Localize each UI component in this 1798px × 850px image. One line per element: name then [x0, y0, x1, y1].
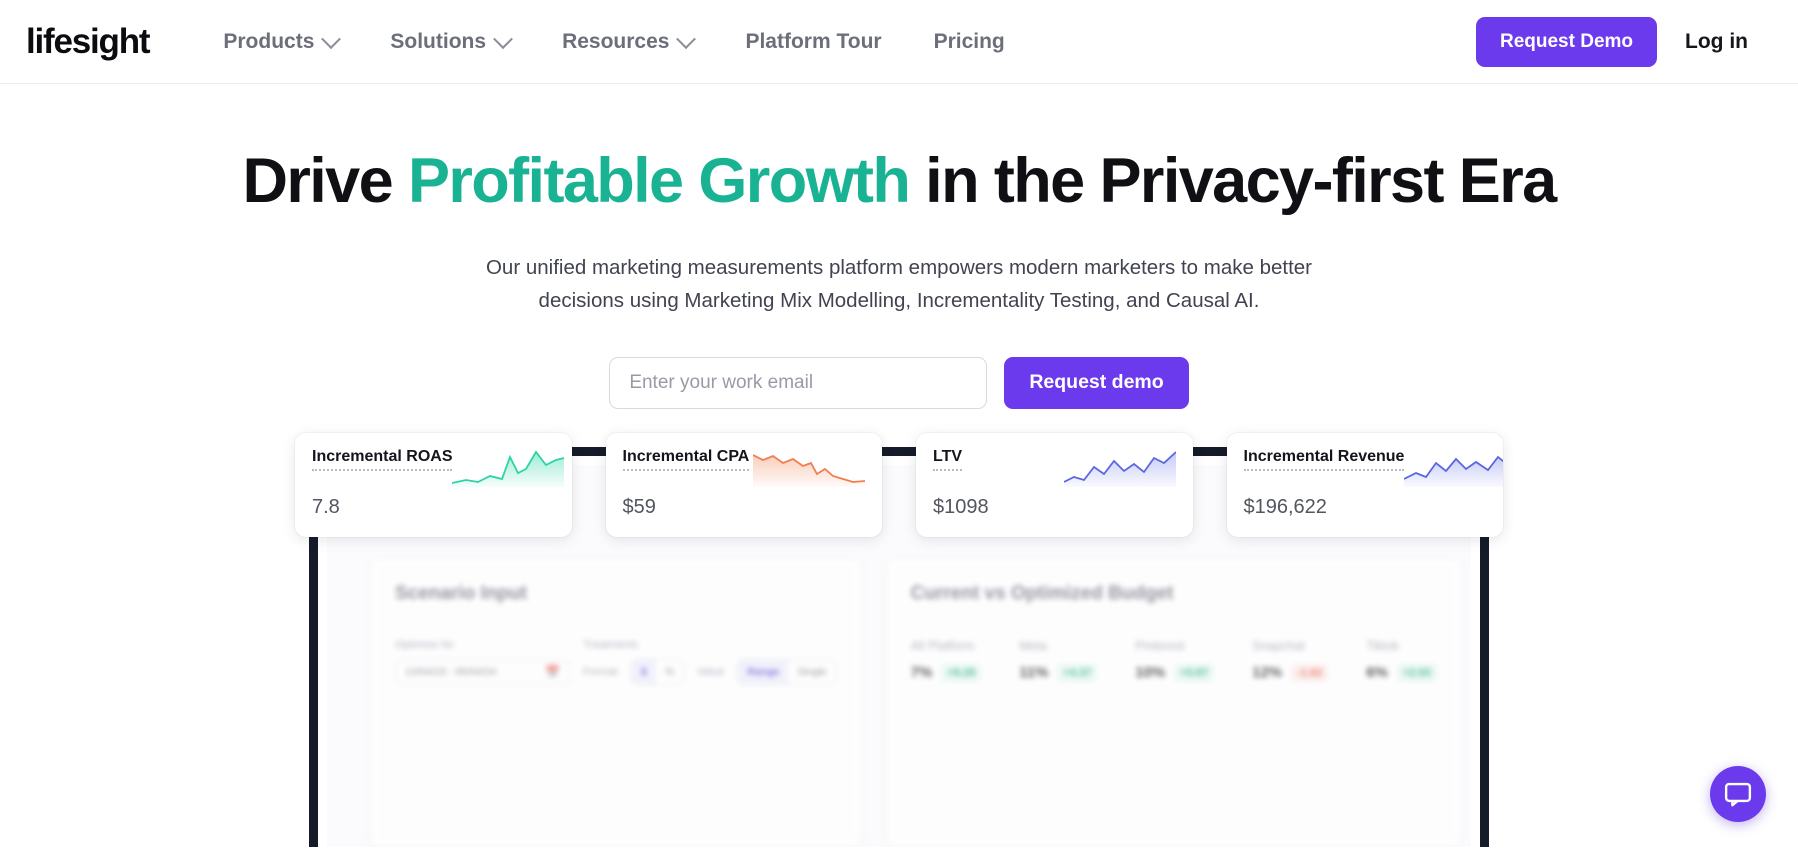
format-label: Format [583, 665, 618, 678]
platform-name: Meta [1019, 638, 1047, 653]
platform-metrics-row: All Platform 7% +9.29 Meta 11% +4.37 Pin… [911, 639, 1437, 682]
sparkline-chart-roas [452, 450, 565, 487]
headline-accent: Profitable Growth [407, 146, 911, 216]
nav-item-products[interactable]: Products [197, 28, 364, 54]
metric-value: $196,622 [1243, 495, 1327, 518]
platform-delta: +9.29 [941, 663, 982, 682]
platform-percent: 6% [1366, 664, 1388, 682]
chevron-down-icon [676, 28, 697, 49]
optimize-for-label: Optimize for [395, 638, 455, 651]
chat-launcher-button[interactable] [1710, 766, 1766, 822]
metric-title: Incremental ROAS [312, 448, 453, 471]
dashboard-preview: Scenario Input Optimize for Treatments 1… [295, 432, 1503, 847]
metric-value: $59 [622, 495, 656, 518]
platform-delta: +4.37 [1057, 663, 1098, 682]
budget-comparison-panel: Current vs Optimized Budget All Platform… [886, 558, 1461, 847]
format-option-currency[interactable]: $ [631, 659, 656, 684]
dashboard-body: Scenario Input Optimize for Treatments 1… [327, 558, 1471, 847]
chevron-down-icon [321, 28, 342, 49]
nav-links: Products Solutions Resources Platform To… [197, 28, 1031, 54]
page-title: Drive Profitable Growth in the Privacy-f… [0, 146, 1798, 217]
request-demo-button[interactable]: Request Demo [1475, 16, 1658, 67]
email-capture-form: Request demo [0, 356, 1798, 409]
scenario-controls-row: 12/04/23 - 05/04/24 📅 Format $ % Value R… [395, 658, 837, 685]
date-range-value: 12/04/23 - 05/04/24 [405, 665, 497, 678]
metric-title: Incremental CPA [622, 448, 750, 471]
treatments-label: Treatments [583, 638, 639, 651]
platform-delta: +5.87 [1174, 663, 1215, 682]
platform-name: Pinterest [1135, 638, 1185, 653]
platform-values: 10% +5.87 [1135, 663, 1215, 682]
sparkline-chart-revenue [1404, 455, 1503, 487]
platform-metric: Snapchat 12% -1.62 [1252, 638, 1329, 682]
platform-metric: All Platform 7% +9.29 [911, 639, 982, 682]
nav-item-solutions[interactable]: Solutions [364, 28, 536, 54]
top-navigation-bar: lifesight Products Solutions Resources P… [0, 0, 1798, 84]
sparkline-chart-ltv [1063, 451, 1176, 487]
platform-percent: 11% [1019, 664, 1049, 682]
platform-delta: -1.62 [1291, 663, 1329, 682]
metric-card-ltv[interactable]: LTV $1098 [916, 432, 1193, 537]
metric-title: Incremental Revenue [1243, 448, 1405, 471]
platform-metric: Meta 11% +4.37 [1019, 638, 1098, 682]
sparkline-chart-cpa [753, 454, 865, 487]
metric-title: LTV [933, 448, 963, 471]
platform-name: Tiktok [1366, 638, 1400, 653]
platform-values: 6% +2.93 [1366, 663, 1437, 682]
nav-actions: Request Demo Log in [1475, 16, 1772, 67]
headline-part-2: in the Privacy-first Era [909, 146, 1557, 216]
platform-delta: +2.93 [1396, 663, 1437, 682]
nav-label-pricing: Pricing [933, 29, 1005, 53]
metric-value: $1098 [933, 495, 989, 518]
platform-name: Snapchat [1252, 638, 1305, 653]
platform-metric: Tiktok 6% +2.93 [1366, 639, 1437, 682]
metric-cards-row: Incremental ROAS 7.8 Incremental CPA $59… [295, 432, 1503, 537]
hero-section: Drive Profitable Growth in the Privacy-f… [0, 84, 1798, 409]
scenario-input-title: Scenario Input [395, 582, 527, 604]
nav-label-resources: Resources [562, 29, 670, 53]
platform-values: 7% +9.29 [910, 663, 982, 682]
budget-panel-title: Current vs Optimized Budget [910, 582, 1174, 604]
metric-card-incremental-revenue[interactable]: Incremental Revenue $196,622 [1226, 432, 1503, 537]
work-email-input[interactable] [609, 356, 988, 409]
value-option-single[interactable]: Single [788, 660, 835, 684]
scenario-input-panel: Scenario Input Optimize for Treatments 1… [371, 558, 861, 847]
platform-percent: 12% [1252, 664, 1283, 682]
metric-card-incremental-cpa[interactable]: Incremental CPA $59 [605, 432, 882, 537]
platform-values: 11% +4.37 [1019, 663, 1098, 682]
platform-name: All Platform [910, 638, 975, 653]
platform-percent: 10% [1135, 664, 1166, 682]
nav-label-solutions: Solutions [390, 29, 487, 53]
platform-metric: Pinterest 10% +5.87 [1135, 638, 1215, 682]
hero-subtitle: Our unified marketing measurements platf… [485, 255, 1313, 312]
nav-item-platform-tour[interactable]: Platform Tour [719, 30, 907, 54]
platform-percent: 7% [910, 664, 933, 682]
platform-values: 12% -1.62 [1252, 663, 1329, 682]
date-range-picker[interactable]: 12/04/23 - 05/04/24 📅 [395, 658, 570, 685]
chevron-down-icon [493, 28, 513, 49]
calendar-icon: 📅 [545, 664, 560, 679]
login-link[interactable]: Log in [1657, 30, 1772, 54]
value-type-toggle[interactable]: Range Single [737, 658, 837, 685]
metric-card-incremental-roas[interactable]: Incremental ROAS 7.8 [295, 432, 572, 537]
nav-label-products: Products [223, 29, 315, 53]
card-header: Incremental Revenue [1243, 448, 1503, 487]
nav-label-platform-tour: Platform Tour [745, 29, 882, 53]
card-header: Incremental CPA [622, 448, 865, 487]
scenario-field-labels: Optimize for Treatments [395, 639, 837, 651]
lifesight-logo[interactable]: lifesight [26, 24, 151, 59]
metric-value: 7.8 [312, 495, 340, 518]
nav-item-resources[interactable]: Resources [536, 28, 719, 54]
card-header: Incremental ROAS [312, 448, 565, 487]
format-toggle[interactable]: $ % [630, 658, 685, 685]
value-label: Value [697, 665, 725, 678]
headline-part-1: Drive [242, 146, 408, 216]
chat-bubble-icon [1724, 782, 1752, 807]
request-demo-submit-button[interactable]: Request demo [1004, 356, 1189, 409]
card-header: LTV [933, 448, 1176, 487]
nav-item-pricing[interactable]: Pricing [908, 30, 1031, 54]
value-option-range[interactable]: Range [738, 659, 789, 684]
format-option-percent[interactable]: % [656, 660, 683, 684]
